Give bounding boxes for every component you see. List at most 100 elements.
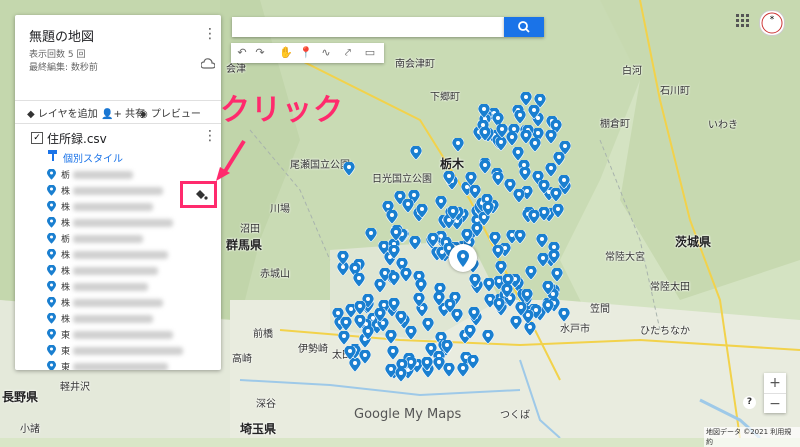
map-marker[interactable] <box>512 147 524 161</box>
map-marker[interactable] <box>482 202 494 216</box>
map-marker[interactable] <box>536 234 548 248</box>
map-marker[interactable] <box>388 298 400 312</box>
map-title[interactable]: 無題の地図 <box>29 26 94 45</box>
map-marker[interactable] <box>495 261 507 275</box>
map-marker[interactable] <box>528 210 540 224</box>
map-marker[interactable] <box>354 315 366 329</box>
selected-marker[interactable] <box>449 244 477 272</box>
map-marker[interactable] <box>468 307 480 321</box>
undo-icon[interactable]: ↶ <box>235 46 249 60</box>
map-marker[interactable] <box>359 350 371 364</box>
draw-line-icon[interactable]: ∿ <box>319 46 333 60</box>
map-marker[interactable] <box>551 268 563 282</box>
map-marker[interactable] <box>435 196 447 210</box>
map-marker[interactable] <box>409 236 421 250</box>
map-marker[interactable] <box>514 110 526 124</box>
individual-style-link[interactable]: 個別スタイル <box>63 150 123 165</box>
map-marker[interactable] <box>519 167 531 181</box>
map-marker[interactable] <box>552 204 564 218</box>
search-input[interactable] <box>232 17 504 37</box>
map-marker[interactable] <box>390 227 402 241</box>
map-marker[interactable] <box>464 325 476 339</box>
map-marker[interactable] <box>413 293 425 307</box>
ruler-icon[interactable]: ▭ <box>363 46 377 60</box>
map-marker[interactable] <box>354 301 366 315</box>
map-marker[interactable] <box>457 363 469 377</box>
map-marker[interactable] <box>545 130 557 144</box>
directions-icon[interactable]: ⤤ <box>341 46 355 60</box>
map-marker[interactable] <box>492 245 504 259</box>
map-marker[interactable] <box>365 228 377 242</box>
map-marker[interactable] <box>402 199 414 213</box>
paint-bucket-icon[interactable] <box>194 189 208 201</box>
map-marker[interactable] <box>479 160 491 174</box>
map-marker[interactable] <box>492 172 504 186</box>
map-marker[interactable] <box>400 268 412 282</box>
layer-list-item[interactable]: 株 <box>47 263 217 279</box>
map-marker[interactable] <box>558 175 570 189</box>
map-marker[interactable] <box>405 326 417 340</box>
map-marker[interactable] <box>422 318 434 332</box>
layer-list-item[interactable]: 株 <box>47 247 217 263</box>
map-marker[interactable] <box>353 273 365 287</box>
map-marker[interactable] <box>525 266 537 280</box>
map-marker[interactable] <box>461 229 473 243</box>
layer-list-item[interactable]: 東 <box>47 343 217 359</box>
map-attribution[interactable]: 地図データ ©2021 利用規約 <box>704 427 800 447</box>
map-marker[interactable] <box>482 330 494 344</box>
map-marker[interactable] <box>443 363 455 377</box>
layer-list-item[interactable]: 株 <box>47 311 217 327</box>
layer-list-item[interactable]: 東 <box>47 359 217 370</box>
map-marker[interactable] <box>340 317 352 331</box>
layer-list-item[interactable]: 株 <box>47 295 217 311</box>
map-marker[interactable] <box>338 331 350 345</box>
layer-list-item[interactable]: 栃 <box>47 231 217 247</box>
map-options-kebab-icon[interactable]: ⋮ <box>203 27 217 41</box>
map-marker[interactable] <box>416 204 428 218</box>
map-marker[interactable] <box>493 298 505 312</box>
map-marker[interactable] <box>501 284 513 298</box>
redo-icon[interactable]: ↷ <box>253 46 267 60</box>
map-marker[interactable] <box>520 130 532 144</box>
map-marker[interactable] <box>374 308 386 322</box>
map-marker[interactable] <box>524 322 536 336</box>
search-button[interactable] <box>504 17 544 37</box>
map-marker[interactable] <box>343 162 355 176</box>
map-marker[interactable] <box>410 146 422 160</box>
map-marker[interactable] <box>478 104 490 118</box>
map-marker[interactable] <box>483 278 495 292</box>
add-marker-icon[interactable]: 📍 <box>299 46 313 60</box>
map-marker[interactable] <box>469 274 481 288</box>
map-marker[interactable] <box>542 281 554 295</box>
map-marker[interactable] <box>395 368 407 382</box>
help-icon[interactable]: ? <box>743 396 756 409</box>
map-marker[interactable] <box>496 124 508 138</box>
map-marker[interactable] <box>415 279 427 293</box>
map-marker[interactable] <box>542 300 554 314</box>
map-marker[interactable] <box>444 299 456 313</box>
add-layer-button[interactable]: ◆ レイヤを追加 <box>27 105 98 120</box>
map-marker[interactable] <box>337 251 349 265</box>
preview-button[interactable]: ◉ プレビュー <box>139 105 201 120</box>
map-marker[interactable] <box>386 210 398 224</box>
map-marker[interactable] <box>514 230 526 244</box>
map-marker[interactable] <box>469 185 481 199</box>
map-marker[interactable] <box>452 138 464 152</box>
map-marker[interactable] <box>447 206 459 220</box>
layer-visibility-checkbox[interactable]: ✓ <box>31 132 43 144</box>
avatar[interactable]: * <box>759 10 785 36</box>
map-marker[interactable] <box>520 92 532 106</box>
map-marker[interactable] <box>388 272 400 286</box>
layer-name[interactable]: 住所録.csv <box>47 130 107 147</box>
map-marker[interactable] <box>538 180 550 194</box>
map-marker[interactable] <box>387 346 399 360</box>
map-marker[interactable] <box>421 357 433 371</box>
map-marker[interactable] <box>385 330 397 344</box>
map-marker[interactable] <box>465 172 477 186</box>
map-marker[interactable] <box>427 233 439 247</box>
apps-grid-icon[interactable] <box>736 14 750 28</box>
map-marker[interactable] <box>528 105 540 119</box>
map-marker[interactable] <box>550 188 562 202</box>
map-marker[interactable] <box>513 189 525 203</box>
map-marker[interactable] <box>443 171 455 185</box>
